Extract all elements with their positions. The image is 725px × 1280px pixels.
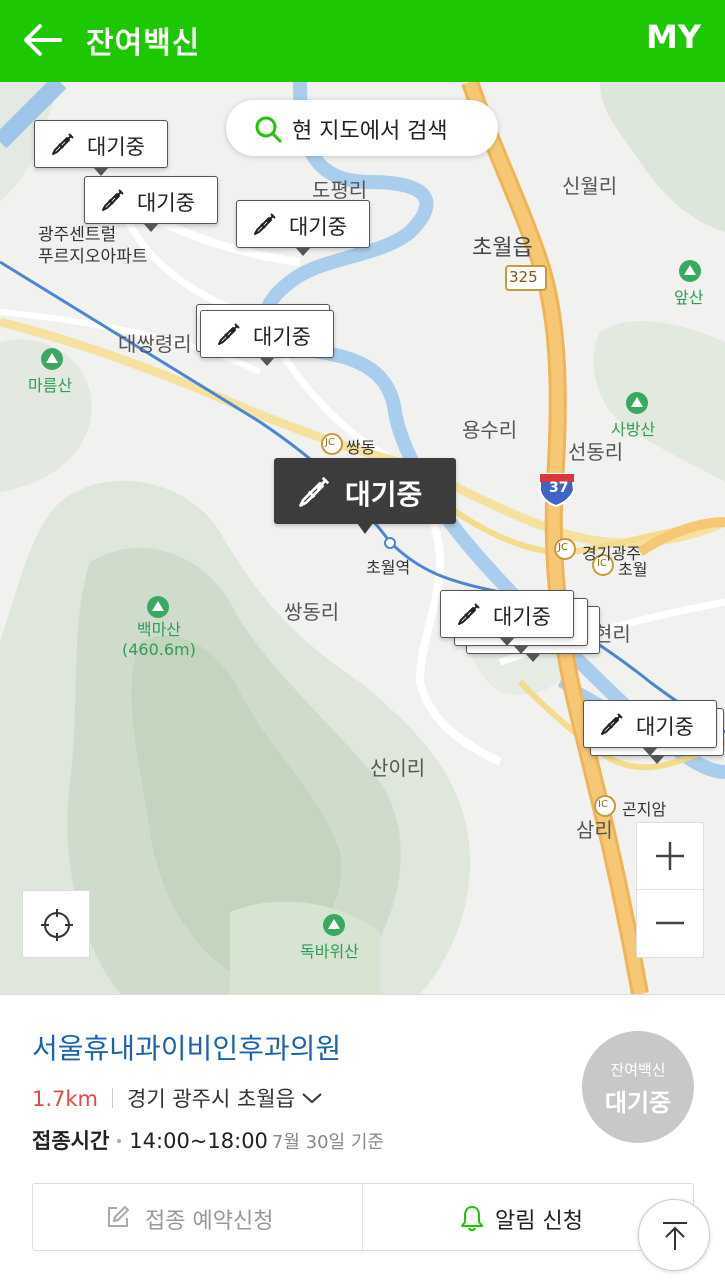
search-icon: [255, 116, 282, 143]
current-location-button[interactable]: [22, 890, 90, 958]
syringe-icon: [218, 323, 240, 345]
vaccine-marker[interactable]: 대기중: [84, 176, 218, 232]
address-text: 경기 광주시 초월읍: [127, 1087, 295, 1111]
syringe-icon: [102, 189, 124, 211]
chevron-down-icon[interactable]: [301, 1090, 323, 1106]
ic-badge: IC: [597, 558, 607, 569]
crosshair-icon: [41, 909, 73, 941]
plus-icon: [656, 842, 684, 870]
hospital-info-row: 1.7km 경기 광주시 초월읍: [32, 1083, 323, 1113]
vaccine-marker[interactable]: 대기중: [440, 590, 574, 646]
app-header: 잔여백신 MY: [0, 0, 725, 82]
status-badge-status: 대기중: [604, 1089, 672, 1117]
time-value: 14:00~18:00: [129, 1129, 268, 1153]
action-bar: 접종 예약신청 알림 신청: [32, 1183, 694, 1251]
alarm-button-label: 알림 신청: [495, 1209, 583, 1234]
arrow-up-icon: [663, 1222, 687, 1250]
syringe-icon: [458, 603, 480, 625]
hospital-name[interactable]: 서울휴내과이비인후과의원: [32, 1027, 341, 1067]
mountain-icon: [626, 392, 648, 414]
place-label: 용수리: [462, 418, 518, 442]
place-label: 신월리: [562, 174, 618, 198]
zoom-control: [636, 822, 704, 958]
syringe-icon: [52, 133, 74, 155]
marker-status-label: 대기중: [87, 135, 145, 159]
my-button[interactable]: MY: [646, 18, 701, 56]
bell-icon: [461, 1206, 483, 1232]
place-label: 백마산 (460.6m): [122, 620, 196, 659]
vaccine-marker[interactable]: 대기중: [200, 310, 334, 366]
place-label: 초월읍: [472, 236, 533, 261]
status-badge: 잔여백신 대기중: [582, 1031, 694, 1143]
status-badge-title: 잔여백신: [610, 1061, 666, 1079]
divider-dot: [117, 1139, 122, 1143]
place-label: 독바위산: [300, 942, 359, 961]
place-label: 광주센트럴 푸르지오아파트: [38, 225, 148, 267]
marker-status-label: 대기중: [137, 191, 195, 215]
distance-text: 1.7km: [32, 1087, 99, 1111]
vaccine-map[interactable]: 도평리 신월리 초월읍 325 광주센트럴 푸르지오아파트 대쌍령리 마름산 앞…: [0, 82, 725, 994]
minus-icon: [656, 921, 684, 925]
place-label: 선동리: [568, 440, 624, 464]
marker-status-label: 대기중: [493, 605, 551, 629]
reserve-button[interactable]: 접종 예약신청: [33, 1184, 363, 1250]
place-label: 대쌍령리: [118, 332, 192, 356]
marker-status-label: 대기중: [345, 478, 423, 511]
marker-status-label: 대기중: [253, 325, 311, 349]
edit-icon: [108, 1206, 129, 1227]
mountain-icon: [323, 914, 345, 936]
place-label: 앞산: [674, 288, 704, 307]
time-note: 7월 30일 기준: [271, 1132, 384, 1153]
hospital-detail-sheet: 서울휴내과이비인후과의원 1.7km 경기 광주시 초월읍 접종시간 14:00~1…: [0, 994, 725, 1280]
divider: [112, 1088, 114, 1108]
place-label: 마름산: [28, 376, 73, 395]
place-label: 도평리: [312, 178, 368, 202]
mountain-icon: [147, 596, 169, 618]
place-label: 초월: [618, 560, 648, 579]
ic-badge: IC: [598, 799, 608, 810]
jc-badge: JC: [558, 542, 568, 553]
time-label: 접종시간: [32, 1129, 110, 1153]
mountain-icon: [679, 260, 701, 282]
back-arrow-icon[interactable]: [22, 22, 62, 58]
jc-badge: JC: [325, 437, 335, 448]
vaccine-marker[interactable]: 대기중: [34, 120, 168, 176]
place-label: 쌍동리: [284, 600, 340, 624]
marker-status-label: 대기중: [636, 715, 694, 739]
route-325-label: 325: [509, 268, 538, 286]
syringe-icon: [601, 713, 623, 735]
station-label: 초월역: [366, 558, 411, 577]
scroll-to-top-button[interactable]: [638, 1199, 710, 1271]
vaccine-marker[interactable]: 대기중: [236, 200, 370, 256]
page-title: 잔여백신: [86, 26, 201, 61]
place-label: 삼리: [576, 818, 613, 842]
zoom-in-button[interactable]: [637, 823, 703, 890]
reserve-button-label: 접종 예약신청: [145, 1209, 274, 1234]
place-label: 쌍동: [346, 438, 376, 457]
syringe-icon: [254, 213, 276, 235]
search-this-area-button[interactable]: 현 지도에서 검색: [226, 100, 498, 156]
vaccine-marker[interactable]: 대기중: [583, 700, 717, 756]
syringe-icon: [299, 476, 330, 507]
mountain-icon: [41, 348, 63, 370]
marker-status-label: 대기중: [289, 215, 347, 239]
place-label: 산이리: [370, 756, 426, 780]
route-37-label: 37: [549, 480, 569, 496]
search-this-area-label: 현 지도에서 검색: [292, 119, 448, 144]
vaccine-marker-selected[interactable]: 대기중: [274, 458, 456, 534]
place-label: 곤지암: [622, 800, 667, 819]
vaccination-time-row: 접종시간 14:00~18:00 7월 30일 기준: [32, 1125, 384, 1155]
zoom-out-button[interactable]: [637, 890, 703, 957]
